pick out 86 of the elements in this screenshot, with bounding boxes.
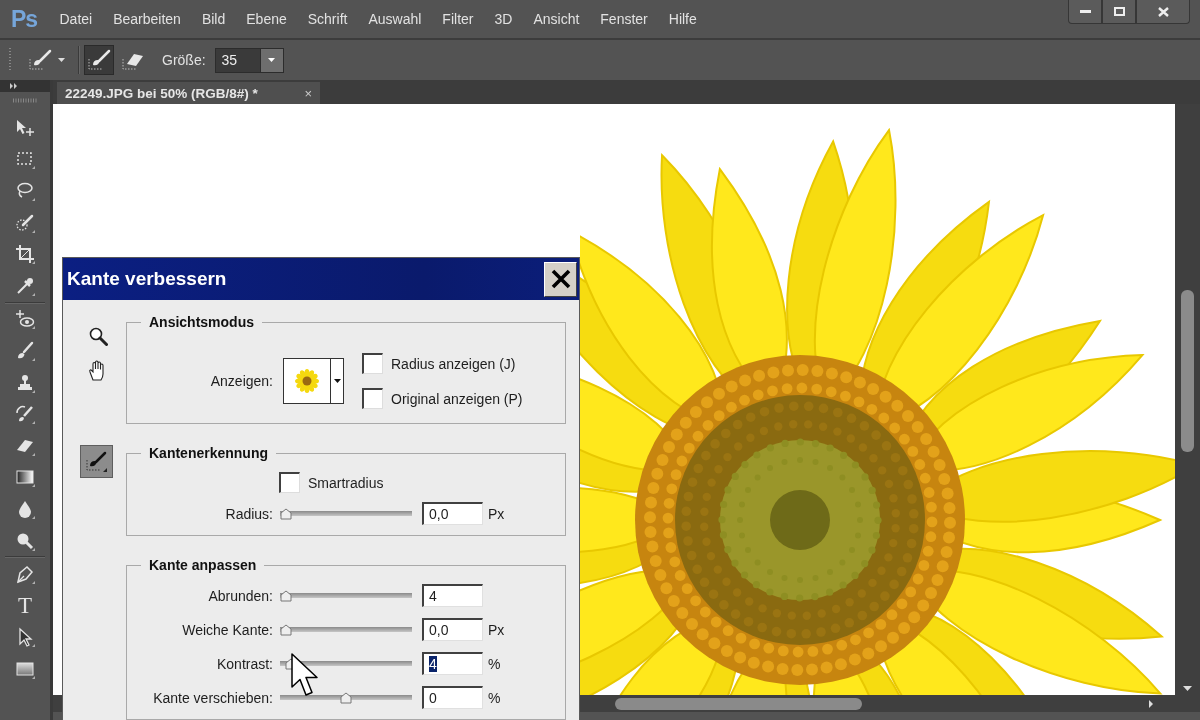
view-mode-dropdown[interactable] bbox=[283, 358, 344, 404]
value-field[interactable]: 4 bbox=[422, 652, 483, 675]
brush-icon bbox=[87, 49, 111, 71]
checkbox-label[interactable]: Smartradius bbox=[308, 474, 384, 491]
slider-label: Weiche Kante: bbox=[181, 621, 273, 638]
tab-close-button[interactable]: × bbox=[304, 85, 312, 101]
search-icon bbox=[89, 327, 108, 346]
caret-icon bbox=[333, 379, 341, 383]
grip-icon[interactable] bbox=[8, 48, 12, 72]
checkbox-label[interactable]: Radius anzeigen (J) bbox=[391, 355, 516, 372]
text-tool-button[interactable]: T bbox=[17, 594, 33, 617]
size-field[interactable]: 35 bbox=[214, 47, 261, 73]
grip-icon[interactable] bbox=[13, 98, 37, 103]
slider-label: Kante verschieben: bbox=[152, 689, 273, 706]
selection-rectangle-icon[interactable] bbox=[15, 149, 35, 170]
unit-label: % bbox=[488, 655, 501, 672]
menu-item[interactable]: Ebene bbox=[235, 11, 298, 27]
slider-thumb[interactable] bbox=[280, 623, 292, 636]
menu-item[interactable]: Filter bbox=[431, 11, 484, 27]
eye-icon[interactable] bbox=[15, 309, 35, 330]
group-title: Kante anpassen bbox=[148, 557, 258, 574]
menu-item[interactable]: Bild bbox=[191, 11, 236, 27]
checkbox-label[interactable]: Original anzeigen (P) bbox=[391, 390, 523, 407]
maximize-icon bbox=[1113, 7, 1125, 16]
expand-icon[interactable] bbox=[10, 83, 18, 89]
scrollbar-thumb[interactable] bbox=[615, 697, 862, 710]
field-label: Anzeigen: bbox=[209, 373, 273, 389]
close-icon bbox=[550, 269, 571, 289]
document-tab[interactable]: 22249.JPG bei 50% (RGB/8#) * × bbox=[57, 82, 320, 104]
caret-icon bbox=[58, 58, 65, 62]
scrollbar-thumb[interactable] bbox=[1181, 290, 1194, 452]
value-field[interactable]: 4 bbox=[422, 584, 483, 607]
brush-tool-button[interactable] bbox=[80, 445, 113, 478]
menu-item[interactable]: Schrift bbox=[297, 11, 358, 27]
app-logo: Ps bbox=[11, 5, 39, 33]
menu-item[interactable]: Datei bbox=[49, 11, 103, 27]
value-field[interactable]: 0,0 bbox=[422, 502, 483, 525]
value-field[interactable]: 0 bbox=[422, 686, 483, 709]
slider-label: Abrunden: bbox=[207, 587, 273, 604]
minimize-icon bbox=[1079, 10, 1091, 13]
unit-label: Px bbox=[488, 505, 505, 522]
mouse-pointer-icon bbox=[291, 653, 319, 697]
menu-item[interactable]: Fenster bbox=[589, 11, 659, 27]
menu-item[interactable]: Auswahl bbox=[357, 11, 432, 27]
minimize-button[interactable] bbox=[1068, 0, 1102, 24]
lasso-icon[interactable] bbox=[15, 181, 35, 201]
caret-icon bbox=[268, 58, 276, 62]
menu-item[interactable]: Bearbeiten bbox=[102, 11, 192, 27]
size-label: Größe: bbox=[162, 52, 206, 68]
eyedropper-icon[interactable] bbox=[15, 275, 35, 296]
menu-item[interactable]: Ansicht bbox=[522, 11, 590, 27]
move-icon[interactable] bbox=[15, 117, 35, 138]
quick-selection-icon[interactable] bbox=[15, 212, 35, 233]
menu-item[interactable]: 3D bbox=[484, 11, 523, 27]
value-field[interactable]: 0,0 bbox=[422, 618, 483, 641]
menu-item[interactable]: Hilfe bbox=[658, 11, 708, 27]
stamp-icon[interactable] bbox=[15, 372, 35, 393]
crop-icon[interactable] bbox=[15, 244, 35, 265]
dropdown-button[interactable] bbox=[260, 47, 284, 73]
brush-icon[interactable] bbox=[15, 340, 35, 361]
group-title: Kantenerkennung bbox=[148, 445, 269, 462]
maximize-button[interactable] bbox=[1102, 0, 1136, 24]
group-title: Ansichtsmodus bbox=[148, 314, 255, 331]
slider-label: Radius: bbox=[224, 505, 273, 522]
close-button[interactable] bbox=[1136, 0, 1190, 24]
slider-thumb[interactable] bbox=[280, 507, 292, 520]
scroll-down-icon[interactable] bbox=[1183, 686, 1192, 691]
brush-icon bbox=[28, 49, 52, 71]
slider-thumb[interactable] bbox=[340, 691, 352, 704]
history-brush-icon[interactable] bbox=[15, 404, 35, 425]
sunflower-icon bbox=[295, 369, 319, 393]
pen-icon[interactable] bbox=[15, 564, 35, 585]
close-icon bbox=[1157, 6, 1169, 17]
scroll-right-icon[interactable] bbox=[1149, 699, 1153, 708]
brush-mode-button[interactable] bbox=[84, 45, 114, 75]
checkbox[interactable] bbox=[279, 472, 300, 493]
slider-thumb[interactable] bbox=[280, 589, 292, 602]
zoom-tool-button[interactable] bbox=[88, 326, 109, 347]
brush-icon bbox=[86, 451, 107, 472]
gradient-icon[interactable] bbox=[15, 467, 35, 488]
unit-label: % bbox=[488, 689, 501, 706]
checkbox[interactable] bbox=[362, 388, 383, 409]
slider-label: Kontrast: bbox=[215, 655, 273, 672]
checkbox[interactable] bbox=[362, 353, 383, 374]
unit-label: Px bbox=[488, 621, 505, 638]
dialog-title: Kante verbessern bbox=[67, 268, 227, 290]
